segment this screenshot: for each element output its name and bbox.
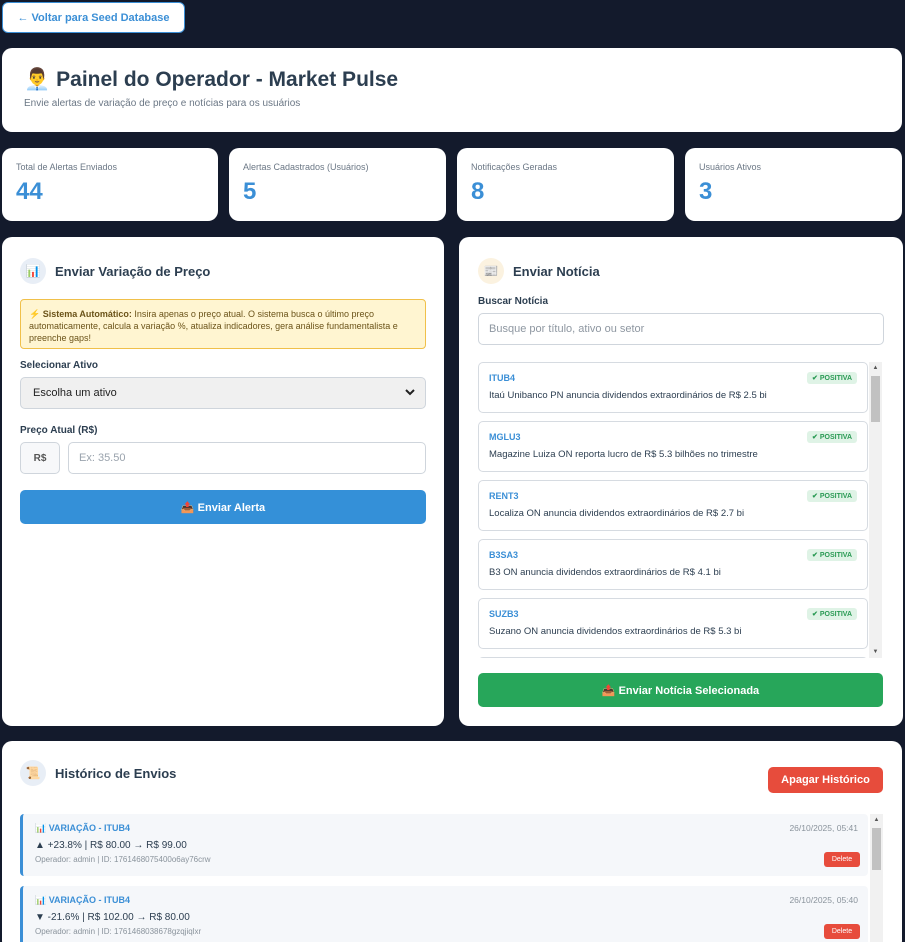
news-panel-title: 📰 Enviar Notícia <box>478 257 884 285</box>
stat-value: 3 <box>699 178 713 205</box>
news-panel: 📰 Enviar Notícia Buscar Notícia Busque p… <box>459 237 903 726</box>
page-subtitle: Envie alertas de variação de preço e not… <box>24 98 301 109</box>
asset-label: Selecionar Ativo <box>20 360 98 371</box>
chevron-down-icon <box>405 387 415 399</box>
stat-card-active-users: Usuários Ativos 3 <box>685 148 902 221</box>
news-scrollbar[interactable]: ▲ ▼ <box>869 362 882 658</box>
news-item[interactable]: SUZB3 ✔ POSITIVA Suzano ON anuncia divid… <box>478 598 868 649</box>
positive-badge: ✔ POSITIVA <box>807 372 857 384</box>
asset-select-value: Escolha um ativo <box>33 387 117 399</box>
history-operator: Operador: admin | ID: 1761468075400o6ay7… <box>35 855 211 864</box>
news-search-input[interactable]: Busque por título, ativo ou setor <box>478 313 884 345</box>
history-date: 26/10/2025, 05:40 <box>789 895 858 905</box>
news-item[interactable]: B3SA3 ✔ POSITIVA B3 ON anuncia dividendo… <box>478 539 868 590</box>
scroll-thumb[interactable] <box>871 376 880 422</box>
page-title: 👨‍💼 Painel do Operador - Market Pulse <box>24 68 880 92</box>
price-panel-title: 📊 Enviar Variação de Preço <box>20 257 426 285</box>
news-panel-title-text: Enviar Notícia <box>513 263 600 279</box>
price-input[interactable]: Ex: 35.50 <box>68 442 426 474</box>
positive-badge: ✔ POSITIVA <box>807 490 857 502</box>
stat-card-total-alerts: Total de Alertas Enviados 44 <box>2 148 218 221</box>
history-operator: Operador: admin | ID: 1761468038678gzqji… <box>35 927 202 936</box>
news-title: B3 ON anuncia dividendos extraordinários… <box>489 567 721 578</box>
scroll-icon: 📜 <box>20 760 46 786</box>
stat-card-notifications: Notificações Geradas 8 <box>457 148 674 221</box>
stat-value: 8 <box>471 178 485 205</box>
news-list: ITUB4 ✔ POSITIVA Itaú Unibanco PN anunci… <box>478 362 882 658</box>
news-ticker: SUZB3 <box>489 609 519 619</box>
stat-label: Usuários Ativos <box>699 162 762 172</box>
history-type: 📊 VARIAÇÃO - ITUB4 <box>35 895 131 905</box>
stat-label: Alertas Cadastrados (Usuários) <box>243 162 369 172</box>
currency-prefix: R$ <box>20 442 60 474</box>
price-input-row: R$ Ex: 35.50 <box>20 442 426 474</box>
history-date: 26/10/2025, 05:41 <box>789 823 858 833</box>
page-header: 👨‍💼 Painel do Operador - Market Pulse En… <box>2 48 902 132</box>
news-title: Itaú Unibanco PN anuncia dividendos extr… <box>489 390 767 401</box>
history-title: 📜 Histórico de Envios <box>20 759 884 787</box>
price-panel-title-text: Enviar Variação de Preço <box>55 263 211 279</box>
stat-value: 44 <box>16 178 43 205</box>
stat-card-registered-alerts: Alertas Cadastrados (Usuários) 5 <box>229 148 446 221</box>
bar-chart-icon: 📊 <box>20 258 46 284</box>
clear-history-button[interactable]: Apagar Histórico <box>768 767 883 793</box>
send-alert-button[interactable]: 📤 Enviar Alerta <box>20 490 426 524</box>
send-news-button[interactable]: 📤 Enviar Notícia Selecionada <box>478 673 883 707</box>
scroll-up-icon[interactable]: ▲ <box>869 362 882 374</box>
history-type: 📊 VARIAÇÃO - ITUB4 <box>35 823 131 833</box>
page-title-text: Painel do Operador - Market Pulse <box>56 68 399 91</box>
stat-label: Total de Alertas Enviados <box>16 162 118 172</box>
history-main: ▼ -21.6% | R$ 102.00 → R$ 80.00 <box>35 912 190 923</box>
history-item: 📊 VARIAÇÃO - ITUB4 ▲ +23.8% | R$ 80.00 →… <box>20 814 868 876</box>
news-title: Magazine Luiza ON reporta lucro de R$ 5.… <box>489 449 758 460</box>
positive-badge: ✔ POSITIVA <box>807 431 857 443</box>
history-scrollbar[interactable]: ▲ <box>870 814 883 942</box>
back-to-seed-database-button[interactable]: ← Voltar para Seed Database <box>2 2 185 33</box>
asset-select[interactable]: Escolha um ativo <box>20 377 426 409</box>
stat-label: Notificações Geradas <box>471 162 558 172</box>
news-item[interactable]: ITUB4 ✔ POSITIVA Itaú Unibanco PN anunci… <box>478 362 868 413</box>
search-news-label: Buscar Notícia <box>478 296 549 307</box>
history-panel: 📜 Histórico de Envios Apagar Histórico 📊… <box>2 741 902 942</box>
news-title: Suzano ON anuncia dividendos extraordiná… <box>489 626 742 637</box>
news-ticker: ITUB4 <box>489 373 516 383</box>
history-main: ▲ +23.8% | R$ 80.00 → R$ 99.00 <box>35 840 187 851</box>
stat-value: 5 <box>243 178 257 205</box>
history-list: 📊 VARIAÇÃO - ITUB4 ▲ +23.8% | R$ 80.00 →… <box>20 814 883 942</box>
news-item[interactable] <box>478 657 868 658</box>
delete-button[interactable]: Delete <box>824 852 860 867</box>
news-item[interactable]: RENT3 ✔ POSITIVA Localiza ON anuncia div… <box>478 480 868 531</box>
operator-icon: 👨‍💼 <box>24 68 51 91</box>
automatic-system-notice: ⚡ Sistema Automático: Insira apenas o pr… <box>20 299 426 349</box>
news-ticker: MGLU3 <box>489 432 521 442</box>
history-item: 📊 VARIAÇÃO - ITUB4 ▼ -21.6% | R$ 102.00 … <box>20 886 868 942</box>
news-title: Localiza ON anuncia dividendos extraordi… <box>489 508 745 519</box>
history-title-text: Histórico de Envios <box>55 765 177 781</box>
newspaper-icon: 📰 <box>478 258 504 284</box>
notice-bold: ⚡ Sistema Automático: <box>29 309 132 319</box>
news-ticker: B3SA3 <box>489 550 519 560</box>
positive-badge: ✔ POSITIVA <box>807 549 857 561</box>
price-variation-panel: 📊 Enviar Variação de Preço ⚡ Sistema Aut… <box>2 237 444 726</box>
news-ticker: RENT3 <box>489 491 519 501</box>
price-label: Preço Atual (R$) <box>20 425 98 436</box>
scroll-down-icon[interactable]: ▼ <box>869 646 882 658</box>
positive-badge: ✔ POSITIVA <box>807 608 857 620</box>
scroll-thumb[interactable] <box>872 828 881 870</box>
scroll-up-icon[interactable]: ▲ <box>870 814 883 826</box>
delete-button[interactable]: Delete <box>824 924 860 939</box>
news-item[interactable]: MGLU3 ✔ POSITIVA Magazine Luiza ON repor… <box>478 421 868 472</box>
